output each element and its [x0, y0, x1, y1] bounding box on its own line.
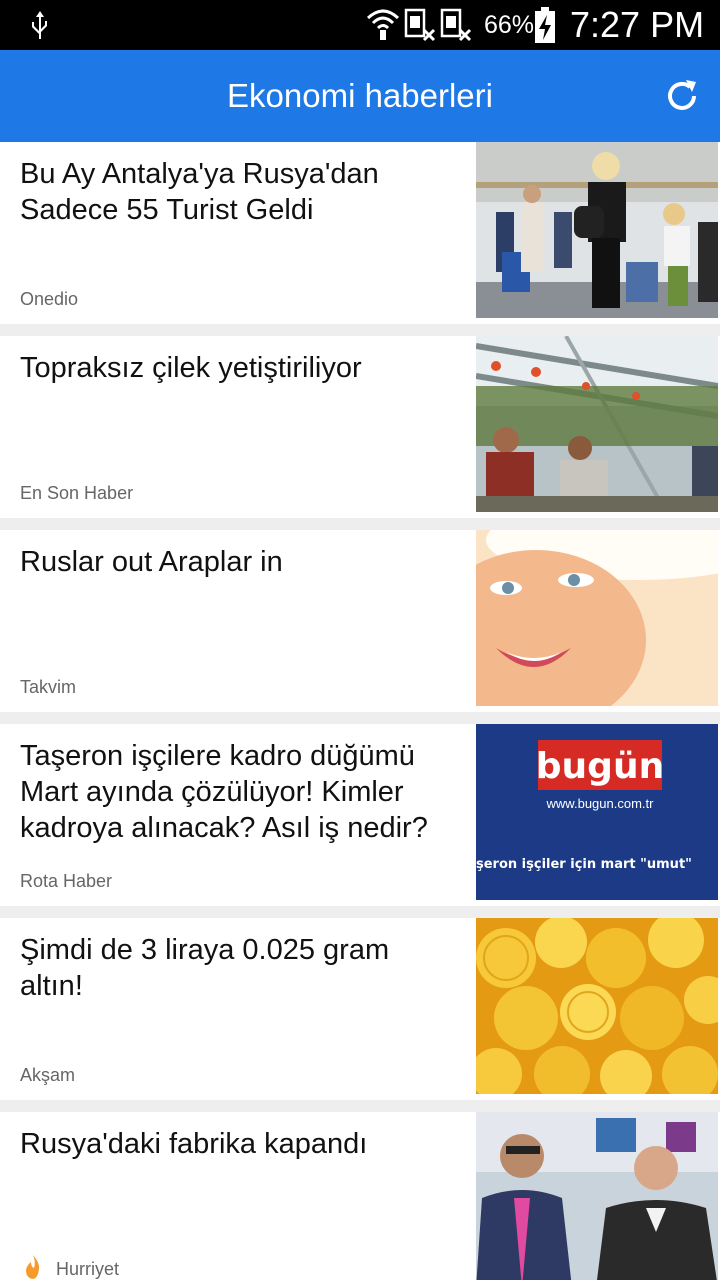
app-bar: Ekonomi haberleri — [0, 50, 720, 142]
airport-tourists-photo[interactable] — [476, 142, 718, 318]
bugun-url-text: www.bugun.com.tr — [546, 796, 655, 811]
status-bar: 66% 7:27 PM — [0, 0, 720, 50]
article-headline[interactable]: Taşeron işçilere kadro düğümü Mart ayınd… — [20, 738, 460, 846]
article-source: Rota Haber — [20, 871, 113, 891]
sim-no-signal-icon — [404, 8, 436, 42]
article-headline[interactable]: Şimdi de 3 liraya 0.025 gram altın! — [20, 932, 460, 1004]
article-card[interactable]: Bu Ay Antalya'ya Rusya'dan Sadece 55 Tur… — [0, 142, 720, 324]
article-card[interactable]: Topraksız çilek yetiştiriliyor En Son Ha… — [0, 336, 720, 518]
article-card[interactable]: Şimdi de 3 liraya 0.025 gram altın! Akşa… — [0, 918, 720, 1100]
article-card[interactable]: Ruslar out Araplar in Takvim — [0, 530, 720, 712]
sim-no-signal-icon — [440, 8, 472, 42]
flame-icon — [26, 1255, 40, 1279]
article-source: Takvim — [20, 677, 77, 697]
article-headline[interactable]: Ruslar out Araplar in — [20, 544, 460, 580]
article-source: Hurriyet — [56, 1259, 120, 1279]
article-card[interactable]: Taşeron işçilere kadro düğümü Mart ayınd… — [0, 724, 720, 906]
battery-percent: 66% — [484, 11, 535, 39]
article-source: En Son Haber — [20, 483, 134, 503]
article-headline[interactable]: Rusya'daki fabrika kapandı — [20, 1126, 460, 1162]
refresh-icon[interactable] — [662, 76, 702, 116]
article-headline[interactable]: Bu Ay Antalya'ya Rusya'dan Sadece 55 Tur… — [20, 156, 460, 228]
bugun-brand-text: bugün — [536, 746, 664, 787]
bugun-newspaper-banner[interactable]: bugün www.bugun.com.tr şeron işçiler içi… — [476, 724, 718, 900]
gold-coins-photo[interactable] — [476, 918, 718, 1094]
battery-charging-icon — [535, 7, 555, 43]
usb-icon — [32, 11, 47, 39]
woman-sun-hat-photo[interactable] — [476, 530, 718, 706]
greenhouse-strawberry-photo[interactable] — [476, 336, 718, 512]
two-men-photo[interactable] — [476, 1112, 718, 1280]
wifi-icon — [366, 9, 400, 40]
article-source: Onedio — [20, 289, 79, 309]
page-title: Ekonomi haberleri — [227, 77, 493, 114]
status-clock: 7:27 PM — [570, 4, 705, 45]
article-source: Akşam — [20, 1065, 76, 1085]
article-headline[interactable]: Topraksız çilek yetiştiriliyor — [20, 350, 460, 386]
bugun-caption-text: şeron işçiler için mart "umut" — [476, 857, 692, 872]
article-card[interactable]: Rusya'daki fabrika kapandı Hurriyet — [0, 1112, 720, 1280]
